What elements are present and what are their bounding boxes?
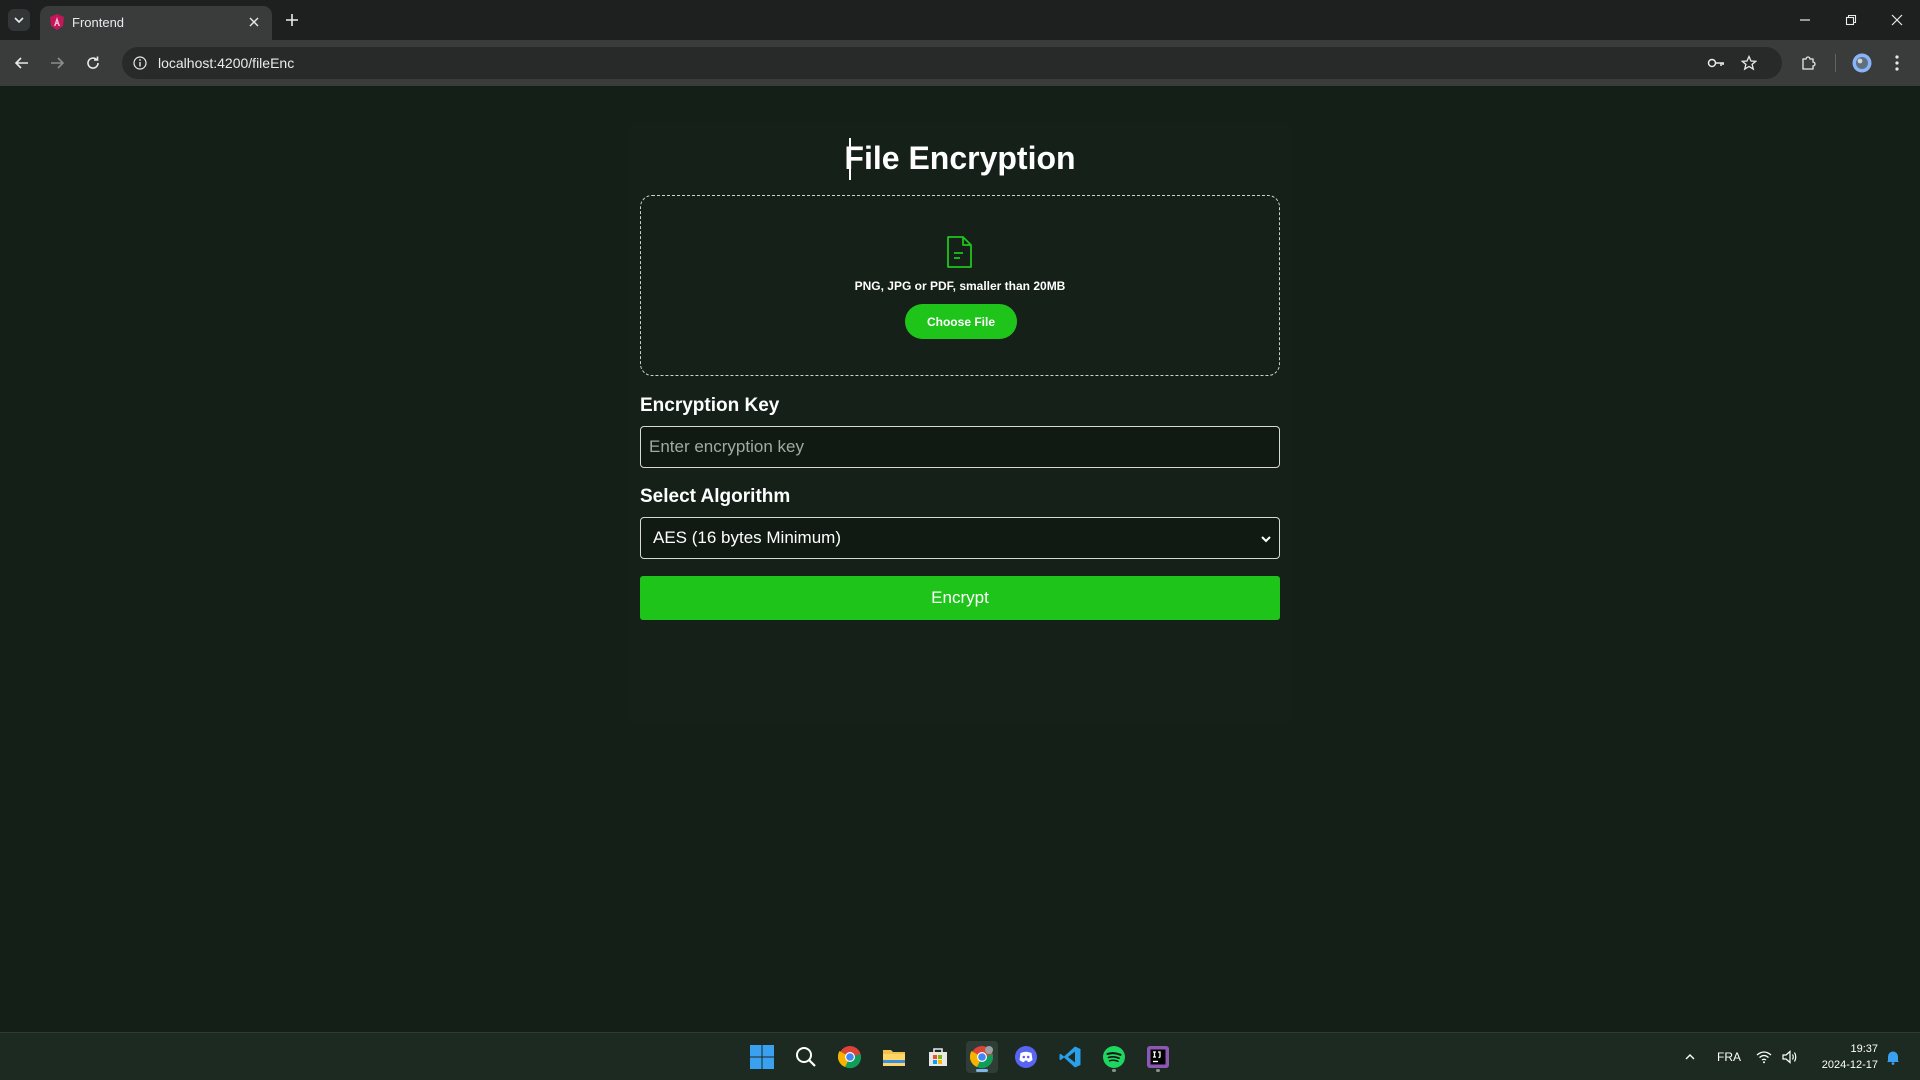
- encryption-key-input[interactable]: Enter encryption key: [640, 426, 1280, 468]
- chrome-icon: [838, 1046, 861, 1069]
- password-manager-button[interactable]: [1706, 53, 1726, 73]
- wifi-icon: [1756, 1051, 1772, 1064]
- intellij-icon: [1147, 1046, 1169, 1068]
- taskbar-spotify[interactable]: [1098, 1041, 1130, 1073]
- tab-title: Frontend: [72, 15, 125, 30]
- notifications-button[interactable]: [1882, 1045, 1904, 1069]
- tab-search-button[interactable]: [8, 9, 30, 31]
- key-icon: [1707, 58, 1724, 68]
- chevron-down-icon: [14, 17, 24, 24]
- taskbar-vscode[interactable]: [1054, 1041, 1086, 1073]
- close-icon: [1891, 14, 1903, 26]
- star-icon: [1741, 55, 1757, 71]
- vscode-icon: [1059, 1046, 1081, 1068]
- chrome-profile-icon: [970, 1046, 993, 1069]
- spotify-icon: [1103, 1046, 1125, 1068]
- back-button[interactable]: [8, 49, 36, 77]
- clock-time: 19:37: [1850, 1043, 1878, 1055]
- page-viewport: File Encryption PNG, JPG or PDF, smaller…: [0, 86, 1920, 1032]
- browser-tab-bar: Frontend: [0, 0, 1920, 40]
- algorithm-label: Select Algorithm: [640, 486, 791, 507]
- browser-menu-button[interactable]: [1883, 49, 1911, 77]
- dropzone-hint: PNG, JPG or PDF, smaller than 20MB: [854, 279, 1066, 293]
- taskbar-file-explorer[interactable]: [878, 1041, 910, 1073]
- site-info-button[interactable]: [130, 53, 150, 73]
- profile-button[interactable]: [1848, 49, 1876, 77]
- minimize-button[interactable]: [1780, 0, 1830, 40]
- start-button[interactable]: [746, 1041, 778, 1073]
- encrypt-button[interactable]: Encrypt: [640, 576, 1280, 620]
- angular-logo-icon: [50, 14, 64, 30]
- language-indicator[interactable]: FRA: [1714, 1045, 1744, 1069]
- speaker-icon: [1782, 1050, 1797, 1064]
- extensions-button[interactable]: [1794, 49, 1822, 77]
- file-dropzone[interactable]: PNG, JPG or PDF, smaller than 20MB Choos…: [640, 195, 1280, 376]
- taskbar-discord[interactable]: [1010, 1041, 1042, 1073]
- algorithm-selected-value: AES (16 bytes Minimum): [653, 528, 841, 547]
- algorithm-select[interactable]: AES (16 bytes Minimum): [640, 517, 1280, 559]
- minimize-icon: [1800, 19, 1810, 21]
- volume-button[interactable]: [1778, 1045, 1802, 1069]
- chevron-down-icon: [1261, 536, 1271, 543]
- taskbar-search-button[interactable]: [790, 1041, 822, 1073]
- reload-icon: [87, 56, 99, 69]
- close-window-button[interactable]: [1872, 0, 1920, 40]
- taskbar-intellij[interactable]: [1142, 1041, 1174, 1073]
- file-icon: [947, 236, 972, 268]
- close-icon: [249, 17, 259, 27]
- windows-taskbar: FRA 19:37 2024-12-17: [0, 1032, 1920, 1080]
- restore-icon: [1845, 14, 1857, 26]
- search-icon: [796, 1047, 816, 1067]
- taskbar-chrome-active[interactable]: [966, 1041, 998, 1073]
- avatar-icon: [1852, 53, 1872, 73]
- puzzle-icon: [1802, 56, 1816, 70]
- more-vertical-icon: [1895, 55, 1899, 71]
- arrow-right-icon: [51, 57, 65, 69]
- close-tab-button[interactable]: [244, 12, 264, 32]
- active-app-indicator: [976, 1069, 988, 1072]
- address-bar[interactable]: localhost:4200/fileEnc: [122, 47, 1782, 79]
- new-tab-button[interactable]: [280, 8, 304, 32]
- arrow-left-icon: [14, 57, 28, 69]
- bell-icon: [1887, 1051, 1899, 1065]
- plus-icon: [286, 14, 298, 26]
- taskbar-store[interactable]: [922, 1041, 954, 1073]
- info-icon: [133, 56, 147, 70]
- bookmark-button[interactable]: [1739, 53, 1759, 73]
- toolbar-divider: [1835, 54, 1836, 72]
- network-status-button[interactable]: [1752, 1045, 1776, 1069]
- clock-date: 2024-12-17: [1821, 1059, 1878, 1071]
- choose-file-button[interactable]: Choose File: [905, 304, 1017, 339]
- reload-button[interactable]: [79, 49, 107, 77]
- store-icon: [929, 1048, 947, 1066]
- running-app-indicator: [1156, 1069, 1160, 1072]
- system-clock[interactable]: 19:37 2024-12-17: [1808, 1041, 1878, 1073]
- taskbar-chrome[interactable]: [834, 1041, 866, 1073]
- url-text: localhost:4200/fileEnc: [158, 55, 295, 71]
- chevron-up-icon: [1685, 1054, 1695, 1060]
- folder-icon: [883, 1050, 905, 1066]
- discord-icon: [1015, 1046, 1037, 1068]
- browser-toolbar: localhost:4200/fileEnc: [0, 40, 1920, 86]
- browser-tab-frontend[interactable]: Frontend: [40, 6, 272, 40]
- encryption-key-label: Encryption Key: [640, 395, 780, 416]
- running-app-indicator: [1112, 1069, 1116, 1072]
- restore-button[interactable]: [1826, 0, 1876, 40]
- tray-overflow-button[interactable]: [1680, 1045, 1700, 1069]
- forward-button[interactable]: [43, 49, 71, 77]
- text-caret: [849, 138, 851, 180]
- encryption-key-placeholder: Enter encryption key: [649, 437, 804, 456]
- page-title: File Encryption: [844, 140, 1076, 176]
- windows-start-icon: [750, 1045, 774, 1069]
